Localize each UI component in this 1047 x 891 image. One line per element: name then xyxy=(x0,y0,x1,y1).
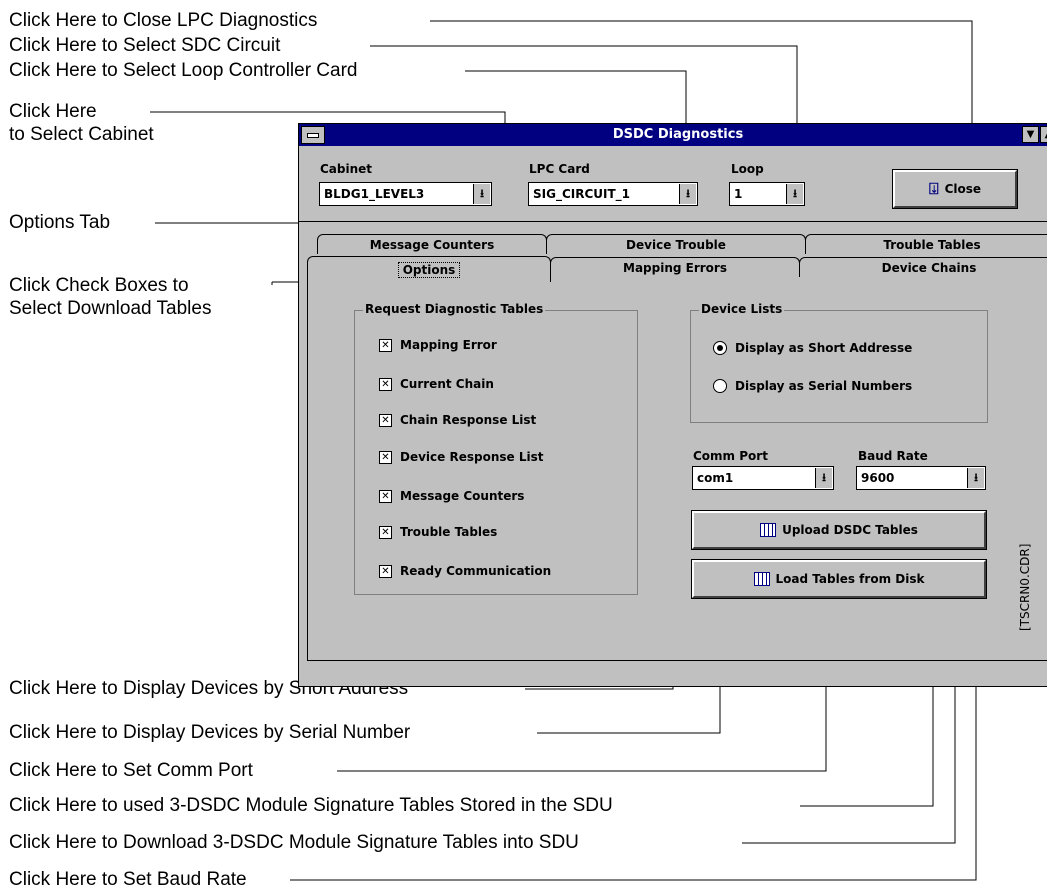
load-tables-from-disk-button[interactable]: Load Tables from Disk xyxy=(691,559,987,599)
checkbox-label: Message Counters xyxy=(400,489,525,503)
check-icon[interactable]: ✕ xyxy=(379,377,392,391)
tab-device-chains[interactable]: Device Chains xyxy=(799,257,1047,277)
window-title: DSDC Diagnostics xyxy=(612,127,744,142)
radio-label: Display as Serial Numbers xyxy=(735,379,913,393)
close-button[interactable]: ⍗ Close xyxy=(892,169,1018,209)
checkbox-label: Current Chain xyxy=(400,377,494,391)
comm-port-value: com1 xyxy=(697,471,734,485)
request-group-title: Request Diagnostic Tables xyxy=(363,302,546,316)
callout-options-tab: Options Tab xyxy=(9,212,111,233)
callout-select-sdc: Click Here to Select SDC Circuit xyxy=(9,35,281,56)
title-bar[interactable]: DSDC Diagnostics ▼ ▲ xyxy=(299,124,1047,146)
device-lists-title: Device Lists xyxy=(699,302,785,316)
device-lists-group: Device Lists Display as Short Addresse D… xyxy=(690,302,988,423)
dropdown-arrow-icon[interactable]: ⭳ xyxy=(473,184,490,204)
checkbox-label: Chain Response List xyxy=(400,413,537,427)
door-exit-icon: ⍗ xyxy=(928,179,939,198)
callout-select-cabinet-line2: to Select Cabinet xyxy=(9,124,154,145)
loop-select[interactable]: 1 ⭳ xyxy=(729,182,805,206)
maximize-icon[interactable]: ▲ xyxy=(1040,126,1047,143)
tab-options[interactable]: Options xyxy=(307,256,551,282)
baud-rate-value: 9600 xyxy=(861,471,895,485)
checkbox-current-chain[interactable]: ✕ Current Chain xyxy=(379,377,494,391)
radio-short-address[interactable]: Display as Short Addresse xyxy=(713,341,912,355)
radio-selected-icon[interactable] xyxy=(713,341,727,355)
checkbox-label: Ready Communication xyxy=(400,564,552,578)
checkbox-message-counters[interactable]: ✕ Message Counters xyxy=(379,489,524,503)
dropdown-arrow-icon[interactable]: ⭳ xyxy=(815,468,832,488)
checkbox-label: Mapping Error xyxy=(400,338,497,352)
dsdc-diagnostics-window: DSDC Diagnostics ▼ ▲ Cabinet BLDG1_LEVEL… xyxy=(298,123,1047,687)
radio-serial-numbers[interactable]: Display as Serial Numbers xyxy=(713,379,912,393)
tab-trouble-tables[interactable]: Trouble Tables xyxy=(805,234,1047,254)
callout-select-cabinet-line1: Click Here xyxy=(9,101,97,122)
checkbox-ready-communication[interactable]: ✕ Ready Communication xyxy=(379,564,551,578)
callout-check-boxes-line1: Click Check Boxes to xyxy=(9,275,189,296)
check-icon[interactable]: ✕ xyxy=(379,413,392,427)
file-tag: [TSCRN0.CDR] xyxy=(1018,543,1032,631)
dropdown-arrow-icon[interactable]: ⭳ xyxy=(967,468,984,488)
baud-rate-select[interactable]: 9600 ⭳ xyxy=(856,466,986,490)
loop-label: Loop xyxy=(731,162,764,176)
radio-label: Display as Short Addresse xyxy=(735,341,913,355)
check-icon[interactable]: ✕ xyxy=(379,489,392,503)
request-diagnostic-tables-group: Request Diagnostic Tables ✕ Mapping Error… xyxy=(354,302,638,595)
cabinet-label: Cabinet xyxy=(320,162,373,176)
check-icon[interactable]: ✕ xyxy=(379,450,392,464)
options-tab-panel: Request Diagnostic Tables ✕ Mapping Error… xyxy=(307,281,1047,661)
separator xyxy=(299,221,1047,222)
loop-value: 1 xyxy=(734,187,743,201)
callout-used-tables: Click Here to used 3-DSDC Module Signatu… xyxy=(9,795,613,816)
check-icon[interactable]: ✕ xyxy=(379,564,392,578)
checkbox-label: Device Response List xyxy=(400,450,544,464)
minimize-icon[interactable]: ▼ xyxy=(1022,126,1039,143)
callout-serial-number: Click Here to Display Devices by Serial … xyxy=(9,722,411,743)
dropdown-arrow-icon[interactable]: ⭳ xyxy=(679,184,696,204)
checkbox-chain-response-list[interactable]: ✕ Chain Response List xyxy=(379,413,536,427)
comm-port-label: Comm Port xyxy=(693,449,768,463)
checkbox-mapping-error[interactable]: ✕ Mapping Error xyxy=(379,338,497,352)
load-button-label: Load Tables from Disk xyxy=(775,572,925,586)
baud-rate-label: Baud Rate xyxy=(858,449,928,463)
checkbox-label: Trouble Tables xyxy=(400,525,498,539)
callout-select-loop-card: Click Here to Select Loop Controller Car… xyxy=(9,60,358,81)
lpc-card-label: LPC Card xyxy=(529,162,590,176)
table-icon xyxy=(760,523,777,537)
tab-options-label: Options xyxy=(397,261,461,278)
dropdown-arrow-icon[interactable]: ⭳ xyxy=(786,184,803,204)
cabinet-value: BLDG1_LEVEL3 xyxy=(324,187,425,201)
callout-baud-rate: Click Here to Set Baud Rate xyxy=(9,869,247,890)
callout-check-boxes-line2: Select Download Tables xyxy=(9,298,212,319)
checkbox-trouble-tables[interactable]: ✕ Trouble Tables xyxy=(379,525,497,539)
tab-mapping-errors[interactable]: Mapping Errors xyxy=(550,257,800,277)
upload-button-label: Upload DSDC Tables xyxy=(782,523,918,537)
lpc-card-select[interactable]: SIG_CIRCUIT_1 ⭳ xyxy=(528,182,698,206)
lpc-card-value: SIG_CIRCUIT_1 xyxy=(533,187,631,201)
cabinet-select[interactable]: BLDG1_LEVEL3 ⭳ xyxy=(319,182,492,206)
comm-port-select[interactable]: com1 ⭳ xyxy=(692,466,834,490)
tab-message-counters[interactable]: Message Counters xyxy=(317,234,547,254)
callout-comm-port: Click Here to Set Comm Port xyxy=(9,760,253,781)
tab-device-trouble[interactable]: Device Trouble xyxy=(546,234,806,254)
check-icon[interactable]: ✕ xyxy=(379,525,392,539)
check-icon[interactable]: ✕ xyxy=(379,338,392,352)
callout-download-tables: Click Here to Download 3-DSDC Module Sig… xyxy=(9,832,579,853)
radio-unselected-icon[interactable] xyxy=(713,379,727,393)
callout-close-lpc: Click Here to Close LPC Diagnostics xyxy=(9,10,318,31)
upload-dsdc-tables-button[interactable]: Upload DSDC Tables xyxy=(691,510,987,550)
table-icon xyxy=(753,572,770,586)
checkbox-device-response-list[interactable]: ✕ Device Response List xyxy=(379,450,543,464)
close-button-label: Close xyxy=(944,182,982,196)
